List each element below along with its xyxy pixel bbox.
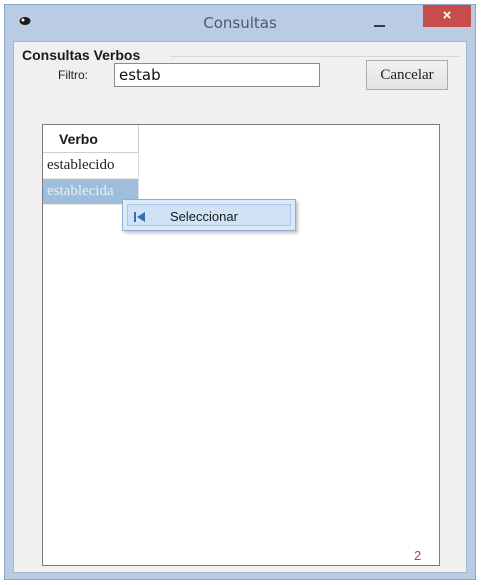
column-header-verbo[interactable]: Verbo — [43, 125, 139, 153]
client-area: Consultas Verbos Filtro: Cancelar Verbo … — [13, 41, 467, 573]
context-menu-label: Seleccionar — [170, 209, 238, 224]
window-title: Consultas — [203, 14, 277, 32]
group-title: Consultas Verbos — [22, 47, 141, 63]
cancel-button[interactable]: Cancelar — [366, 60, 448, 90]
filter-label: Filtro: — [58, 68, 88, 82]
filter-input[interactable] — [114, 63, 320, 87]
close-button[interactable]: × — [423, 5, 471, 27]
context-menu: Seleccionar — [122, 199, 296, 231]
group-divider — [170, 56, 460, 57]
context-menu-item-seleccionar[interactable]: Seleccionar — [127, 204, 291, 226]
result-count: 2 — [414, 548, 422, 563]
minimize-button[interactable] — [367, 11, 393, 33]
table-row[interactable]: establecido — [43, 153, 139, 179]
dialog-window: Consultas × Consultas Verbos Filtro: Can… — [4, 4, 476, 580]
title-bar[interactable]: Consultas × — [5, 5, 475, 41]
select-arrow-icon — [134, 212, 145, 222]
verbs-grid[interactable]: Verbo establecido establecida — [42, 124, 440, 566]
query-groupbox: Consultas Verbos Filtro: Cancelar — [14, 42, 466, 94]
